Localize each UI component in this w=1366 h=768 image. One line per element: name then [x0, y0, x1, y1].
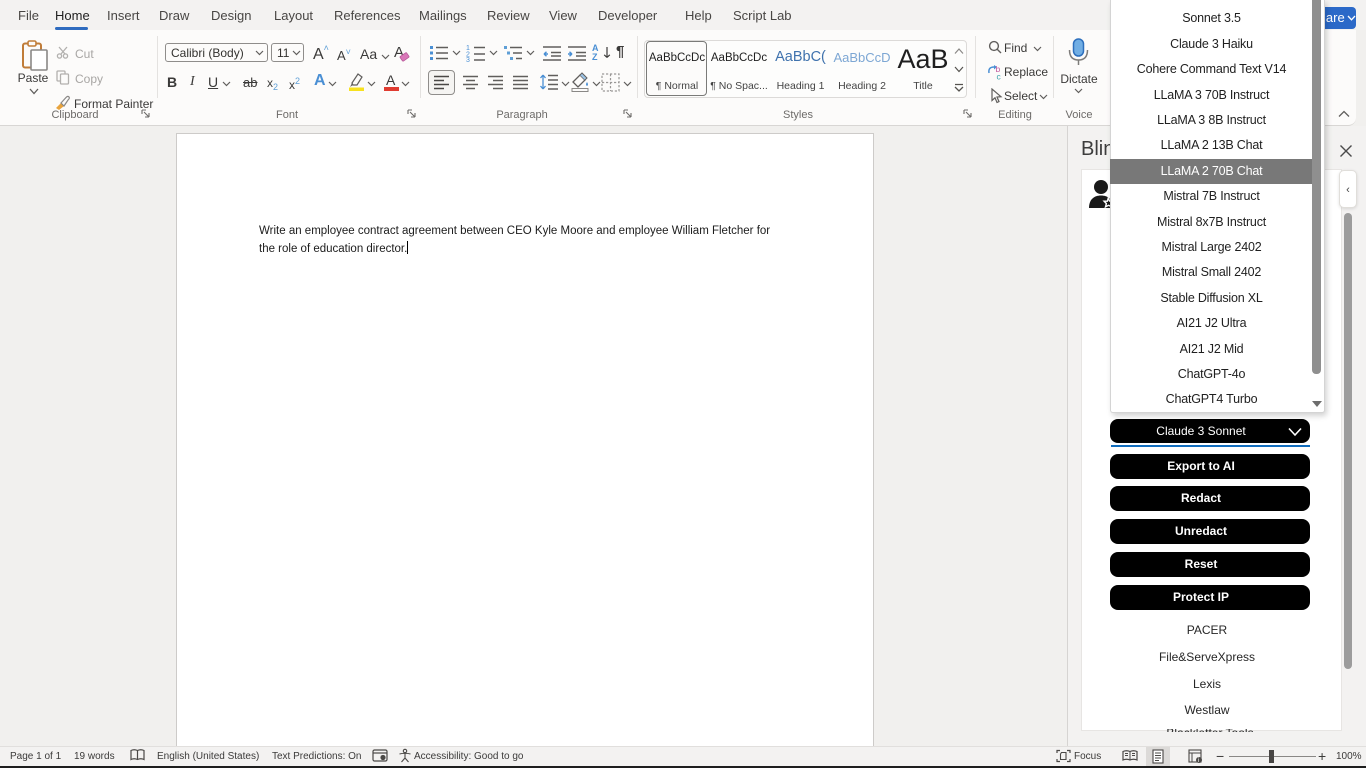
- svg-text:3: 3: [466, 57, 470, 62]
- svg-text:c: c: [997, 72, 1002, 81]
- svg-text:i: i: [1198, 758, 1199, 764]
